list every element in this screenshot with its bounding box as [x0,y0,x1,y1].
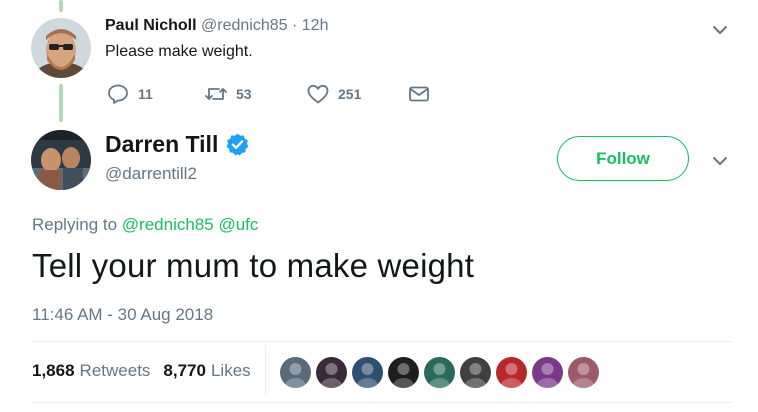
reply-author-handle[interactable]: @rednich85 [201,17,288,34]
chevron-down-icon[interactable] [708,18,732,42]
liker-avatar[interactable] [496,357,527,388]
liker-avatar[interactable] [280,357,311,388]
thread-line [59,0,63,12]
divider [31,341,732,342]
reply-count: 11 [138,86,153,102]
liker-avatar[interactable] [568,357,599,388]
retweets-count[interactable]: 1,868 [32,361,75,381]
liker-avatar[interactable] [460,357,491,388]
retweets-label[interactable]: Retweets [80,361,151,381]
stats-separator [265,346,266,396]
reply-time[interactable]: 12h [302,17,329,34]
reply-icon [108,84,128,104]
reply-header: Paul Nicholl @rednich85 · 12h [105,17,328,35]
liker-avatar[interactable] [316,357,347,388]
liker-avatar[interactable] [388,357,419,388]
likes-count[interactable]: 8,770 [163,361,206,381]
tweet-timestamp[interactable]: 11:46 AM - 30 Aug 2018 [32,305,213,325]
thread-line [59,84,63,122]
replying-to-link[interactable]: @rednich85 [122,215,214,234]
liker-avatars [280,357,604,388]
chevron-down-icon[interactable] [708,149,732,173]
retweet-button[interactable]: 53 [204,82,252,106]
replying-to-label: Replying to [32,215,118,234]
likes-label[interactable]: Likes [211,361,251,381]
retweet-count: 53 [236,86,252,102]
retweet-icon [205,88,227,100]
reply-text: Please make weight. [105,43,253,60]
replying-to-link[interactable]: @ufc [218,215,258,234]
tweet-stats: 1,868 Retweets 8,770 Likes [32,361,251,381]
separator-dot: · [292,17,298,34]
reply-author-name[interactable]: Paul Nicholl [105,17,197,34]
liker-avatar[interactable] [532,357,563,388]
like-count: 251 [338,86,362,102]
like-button[interactable]: 251 [306,82,361,106]
divider [31,402,732,403]
heart-icon [307,84,329,104]
direct-message-button[interactable] [407,82,431,106]
liker-avatar[interactable] [424,357,455,388]
envelope-icon [409,86,429,102]
replying-to-line: Replying to @rednich85 @ufc [32,215,258,235]
tweet-author-avatar[interactable] [31,130,91,190]
tweet-author-name-row: Darren Till [105,131,250,158]
tweet-text: Tell your mum to make weight [32,247,475,284]
liker-avatar[interactable] [352,357,383,388]
follow-button[interactable]: Follow [557,136,689,181]
tweet-author-handle[interactable]: @darrentill2 [105,164,197,184]
reply-button[interactable]: 11 [106,82,153,106]
tweet-author-name[interactable]: Darren Till [105,131,218,158]
reply-author-avatar[interactable] [31,18,91,78]
verified-badge-icon [226,133,249,156]
